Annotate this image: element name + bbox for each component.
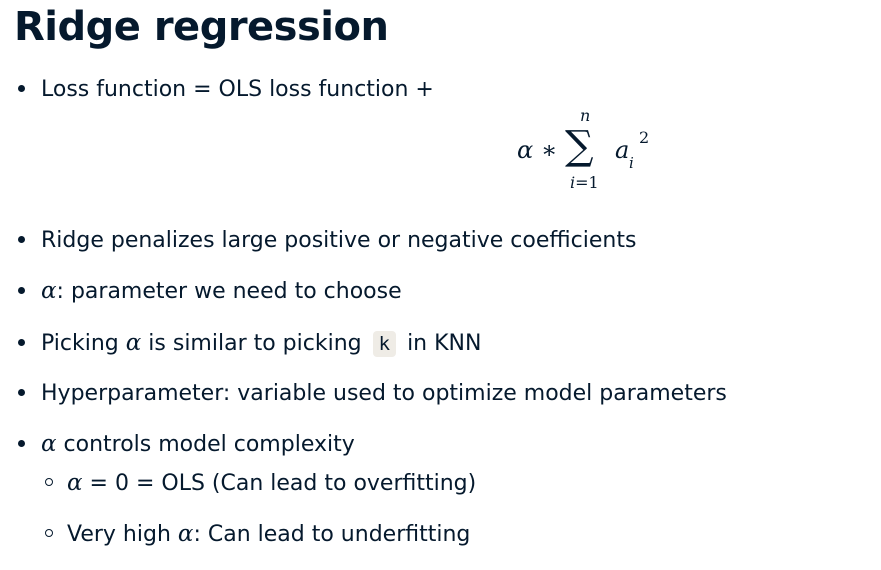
formula-coefficient-exponent: 2 xyxy=(639,128,650,147)
subbullet-circle xyxy=(45,529,53,537)
formula-alpha: α xyxy=(517,136,534,164)
subbullet-high-alpha: Very high α: Can lead to underfitting xyxy=(45,520,470,549)
formula-times: ∗ xyxy=(541,136,558,164)
penalizes-text: Ridge penalizes large positive or negati… xyxy=(41,228,637,253)
bullet-dot xyxy=(18,338,25,346)
alpha-symbol: α xyxy=(67,470,83,496)
bullet-hyperparameter: Hyperparameter: variable used to optimiz… xyxy=(18,380,727,408)
alpha-controls-text: controls model complexity xyxy=(56,432,355,457)
ridge-penalty-formula: α ∗ n ∑ i=1 a i 2 xyxy=(515,104,675,204)
subbullet-circle xyxy=(45,478,53,486)
slide-title: Ridge regression xyxy=(14,4,389,50)
bullet-penalizes: Ridge penalizes large positive or negati… xyxy=(18,227,636,255)
subbullet-alpha-zero: α = 0 = OLS (Can lead to overfitting) xyxy=(45,469,476,498)
formula-coefficient: a xyxy=(615,136,630,164)
alpha-symbol: α xyxy=(41,278,57,304)
bullet-dot xyxy=(18,286,25,294)
bullet-loss-function: Loss function = OLS loss function + xyxy=(18,76,434,104)
picking-middle: is similar to picking xyxy=(141,331,369,356)
bullet-dot xyxy=(18,235,25,243)
alpha-symbol: α xyxy=(125,330,142,356)
formula-sum-symbol: ∑ xyxy=(565,123,594,169)
formula-sum-lower-limit: i=1 xyxy=(570,173,599,192)
inline-code-k: k xyxy=(372,331,397,357)
alpha-zero-text: = 0 = OLS (Can lead to overfitting) xyxy=(82,471,477,496)
high-alpha-prefix: Very high xyxy=(67,522,178,547)
alpha-parameter-text: : parameter we need to choose xyxy=(56,279,402,304)
bullet-dot xyxy=(18,84,25,92)
formula-coefficient-subscript: i xyxy=(629,154,634,172)
picking-suffix: in KNN xyxy=(400,331,482,356)
alpha-symbol: α xyxy=(177,521,194,547)
bullet-picking-alpha: Picking α is similar to picking k in KNN xyxy=(18,329,481,358)
formula-index-start: =1 xyxy=(575,173,599,192)
bullet-alpha-controls: α controls model complexity xyxy=(18,430,355,459)
hyperparameter-text: Hyperparameter: variable used to optimiz… xyxy=(41,381,727,406)
bullet-dot xyxy=(18,439,25,447)
alpha-symbol: α xyxy=(41,431,57,457)
picking-prefix: Picking xyxy=(41,331,126,356)
loss-function-text: Loss function = OLS loss function + xyxy=(41,77,434,102)
bullet-dot xyxy=(18,388,25,396)
bullet-alpha-parameter: α: parameter we need to choose xyxy=(18,277,402,306)
high-alpha-suffix: : Can lead to underfitting xyxy=(193,522,471,547)
